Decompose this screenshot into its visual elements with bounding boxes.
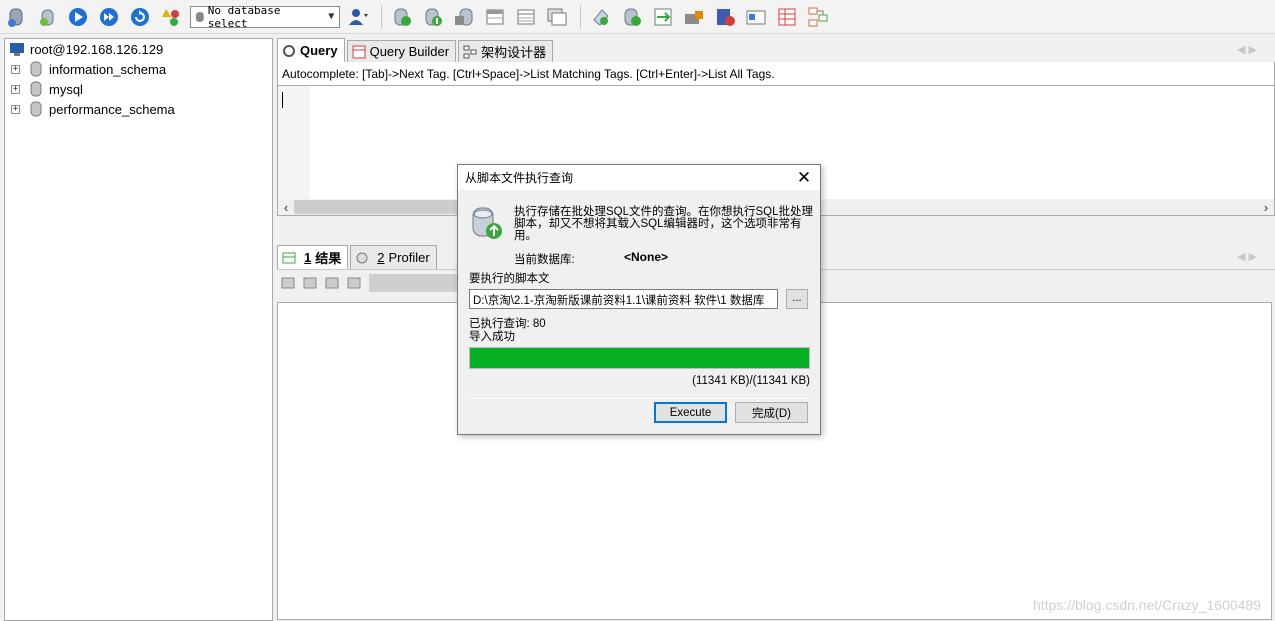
new-connection-icon[interactable] xyxy=(33,4,60,30)
database-import-icon xyxy=(472,207,502,239)
schema-designer-icon[interactable] xyxy=(804,4,831,30)
import-icon[interactable] xyxy=(649,4,676,30)
database-icon xyxy=(30,101,42,117)
tab-label: 架构设计器 xyxy=(481,45,547,60)
tree-item-database[interactable]: + performance_schema xyxy=(5,99,272,119)
dialog-title: 从脚本文件执行查询 xyxy=(465,171,574,185)
connect-icon[interactable] xyxy=(2,4,29,30)
dialog-divider xyxy=(469,398,810,399)
tab-number: 1 xyxy=(304,250,312,265)
tab-results[interactable]: 1 结果 xyxy=(277,245,349,269)
server-icon xyxy=(10,43,24,56)
tab-query-builder[interactable]: Query Builder xyxy=(346,40,457,62)
toolbar-separator xyxy=(381,4,382,29)
execute-button[interactable]: Execute xyxy=(654,402,727,423)
database-icon xyxy=(30,81,42,97)
export-results-icon[interactable] xyxy=(280,275,296,291)
restore-db-icon[interactable] xyxy=(450,4,477,30)
execute-script-dialog: 从脚本文件执行查询 ✕ 执行存储在批处理SQL文件的查询。在你想执行SQL批处理… xyxy=(457,164,821,435)
tab-profiler[interactable]: 2 Profiler xyxy=(350,245,437,269)
close-icon[interactable]: ✕ xyxy=(788,165,820,190)
tab-schema-designer[interactable]: 架构设计器 xyxy=(458,40,554,62)
grid-view-icon[interactable] xyxy=(324,275,340,291)
database-label: performance_schema xyxy=(49,101,175,117)
transfer-icon[interactable] xyxy=(742,4,769,30)
object-browser: root@192.168.126.129 + information_schem… xyxy=(4,38,273,621)
database-label: mysql xyxy=(49,81,83,97)
dialog-titlebar: 从脚本文件执行查询 ✕ xyxy=(458,165,820,190)
expand-icon[interactable]: + xyxy=(11,104,20,114)
execute-icon[interactable] xyxy=(64,4,91,30)
table-copy-icon[interactable] xyxy=(543,4,570,30)
editor-tabs: Query Query Builder 架构设计器 ◀ ▶ xyxy=(277,38,1275,62)
query-icon xyxy=(283,44,295,57)
results-icon xyxy=(282,252,296,263)
expand-icon[interactable]: + xyxy=(11,84,20,94)
export-icon[interactable] xyxy=(680,4,707,30)
tab-label: 结果 xyxy=(315,251,342,266)
schema-designer-icon xyxy=(463,45,477,58)
copy-results-icon[interactable] xyxy=(302,275,318,291)
database-icon xyxy=(30,61,42,77)
database-label: information_schema xyxy=(49,61,167,77)
profiler-icon xyxy=(356,252,368,263)
tab-label: Profiler xyxy=(388,250,430,265)
tab-label: Query Builder xyxy=(369,44,450,59)
tab-label: Query xyxy=(300,43,338,58)
watermark: https://blog.csdn.net/Crazy_1600489 xyxy=(1032,597,1261,613)
done-button[interactable]: 完成(D) xyxy=(735,402,808,423)
import-status-text: 导入成功 xyxy=(469,331,515,343)
query-builder-icon xyxy=(352,45,366,58)
editor-gutter xyxy=(278,86,310,215)
tree-root-connection[interactable]: root@192.168.126.129 xyxy=(5,39,272,59)
current-database-label: 当前数据库: xyxy=(514,254,575,266)
dialog-description: 执行存储在批处理SQL文件的查询。在你想执行SQL批处理脚本，却又不想将其载入S… xyxy=(514,206,814,242)
browse-button[interactable]: ... xyxy=(786,289,808,309)
connection-label: root@192.168.126.129 xyxy=(30,41,164,57)
objects-icon[interactable] xyxy=(157,4,184,30)
progress-fill xyxy=(470,348,809,368)
result-toolbar xyxy=(277,272,477,294)
script-file-label: 要执行的脚本文 xyxy=(469,273,550,285)
chevron-down-icon: ▼ xyxy=(328,11,335,22)
refresh-icon[interactable] xyxy=(126,4,153,30)
tree-item-database[interactable]: + mysql xyxy=(5,79,272,99)
job-icon[interactable] xyxy=(711,4,738,30)
scroll-thumb[interactable] xyxy=(294,200,464,214)
tree-item-database[interactable]: + information_schema xyxy=(5,59,272,79)
autocomplete-hint: Autocomplete: [Tab]->Next Tag. [Ctrl+Spa… xyxy=(277,62,1275,86)
scroll-right-icon[interactable]: › xyxy=(1258,200,1274,215)
toolbar-separator xyxy=(580,4,581,29)
table-data-icon[interactable] xyxy=(481,4,508,30)
database-select[interactable]: No database select ▼ xyxy=(190,3,340,30)
expand-icon[interactable]: + xyxy=(11,64,20,74)
size-progress-text: (11341 KB)/(11341 KB) xyxy=(692,375,810,387)
database-select-value: No database select xyxy=(207,3,281,30)
tab-scroll-arrows[interactable]: ◀ ▶ xyxy=(1237,43,1257,56)
form-icon[interactable] xyxy=(773,4,800,30)
text-view-icon[interactable] xyxy=(346,275,362,291)
script-path-field[interactable]: D:\京淘\2.1-京淘新版课前资料1.1\课前资料 软件\1 数据库 xyxy=(469,289,778,309)
import-progress-bar xyxy=(469,347,810,369)
tab-scroll-arrows[interactable]: ◀ ▶ xyxy=(1237,250,1257,263)
current-database-value: <None> xyxy=(624,250,669,264)
tab-query[interactable]: Query xyxy=(277,38,345,62)
scroll-left-icon[interactable]: ‹ xyxy=(278,200,294,215)
backup-db-icon[interactable] xyxy=(419,4,446,30)
user-manager-icon[interactable] xyxy=(344,4,371,30)
main-toolbar: No database select ▼ xyxy=(0,0,1275,34)
execute-all-icon[interactable] xyxy=(95,4,122,30)
sync-icon[interactable] xyxy=(587,4,614,30)
create-db-icon[interactable] xyxy=(388,4,415,30)
schema-sync-icon[interactable] xyxy=(618,4,645,30)
table-structure-icon[interactable] xyxy=(512,4,539,30)
text-caret xyxy=(282,92,283,108)
database-icon xyxy=(195,11,204,22)
tab-number: 2 xyxy=(377,250,385,265)
